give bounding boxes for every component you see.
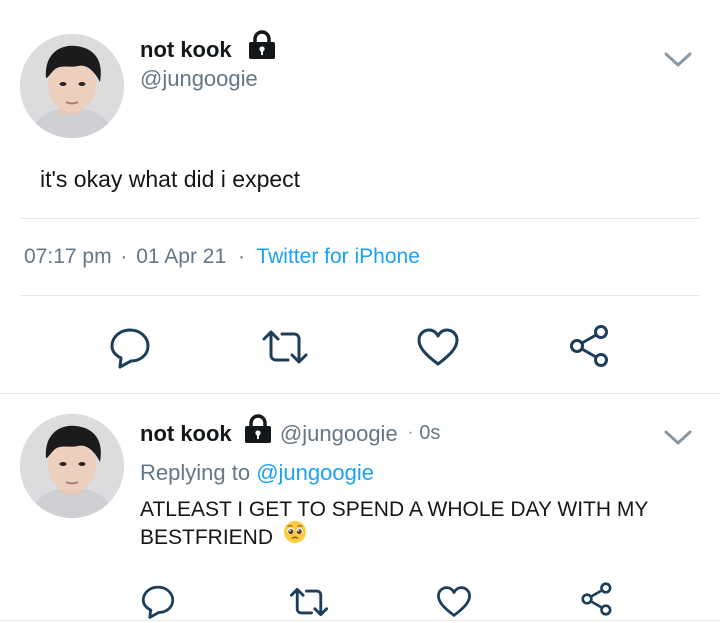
bottom-divider xyxy=(0,620,720,621)
reply-button[interactable] xyxy=(140,583,176,619)
tweet-time: 07:17 pm xyxy=(24,245,112,268)
like-icon xyxy=(417,328,459,366)
lock-icon xyxy=(242,414,274,450)
tweet-source-link[interactable]: Twitter for iPhone xyxy=(256,245,419,268)
lock-icon xyxy=(246,30,278,66)
reply-icon xyxy=(110,328,150,369)
reply-icon xyxy=(141,585,175,619)
share-button[interactable] xyxy=(580,581,616,617)
avatar[interactable] xyxy=(20,34,124,138)
username-handle[interactable]: @jungoogie xyxy=(140,66,258,92)
divider xyxy=(20,295,700,296)
reply-button[interactable] xyxy=(108,325,152,369)
profile-photo xyxy=(20,414,124,518)
replying-to-link[interactable]: @jungoogie xyxy=(256,460,374,485)
replying-to-label: Replying to xyxy=(140,460,251,485)
display-name[interactable]: not kook xyxy=(140,421,232,446)
separator: · xyxy=(407,424,414,441)
like-button[interactable] xyxy=(436,585,472,618)
retweet-button[interactable] xyxy=(288,585,330,619)
separator: · xyxy=(120,245,128,268)
share-button[interactable] xyxy=(568,323,614,369)
retweet-icon xyxy=(262,330,308,364)
share-icon xyxy=(581,582,612,616)
display-name[interactable]: not kook xyxy=(140,37,232,62)
avatar[interactable] xyxy=(20,414,124,518)
separator: · xyxy=(238,245,245,268)
tweet-age: 0s xyxy=(419,422,441,444)
tweet-text: it's okay what did i expect xyxy=(40,166,301,192)
profile-photo xyxy=(20,34,124,138)
username-handle[interactable]: @jungoogie xyxy=(280,421,398,446)
pleading-face-emoji xyxy=(283,520,307,552)
retweet-button[interactable] xyxy=(260,327,310,367)
tweet-date: 01 Apr 21 xyxy=(136,245,227,268)
section-divider xyxy=(0,393,720,394)
like-icon xyxy=(437,586,471,617)
chevron-down-icon[interactable] xyxy=(663,50,693,70)
like-button[interactable] xyxy=(416,327,460,367)
tweet-text: ATLEAST I GET TO SPEND A WHOLE DAY WITH … xyxy=(140,498,649,549)
chevron-down-icon[interactable] xyxy=(663,428,693,448)
share-icon xyxy=(570,325,608,367)
divider xyxy=(20,218,700,219)
retweet-icon xyxy=(289,587,329,617)
